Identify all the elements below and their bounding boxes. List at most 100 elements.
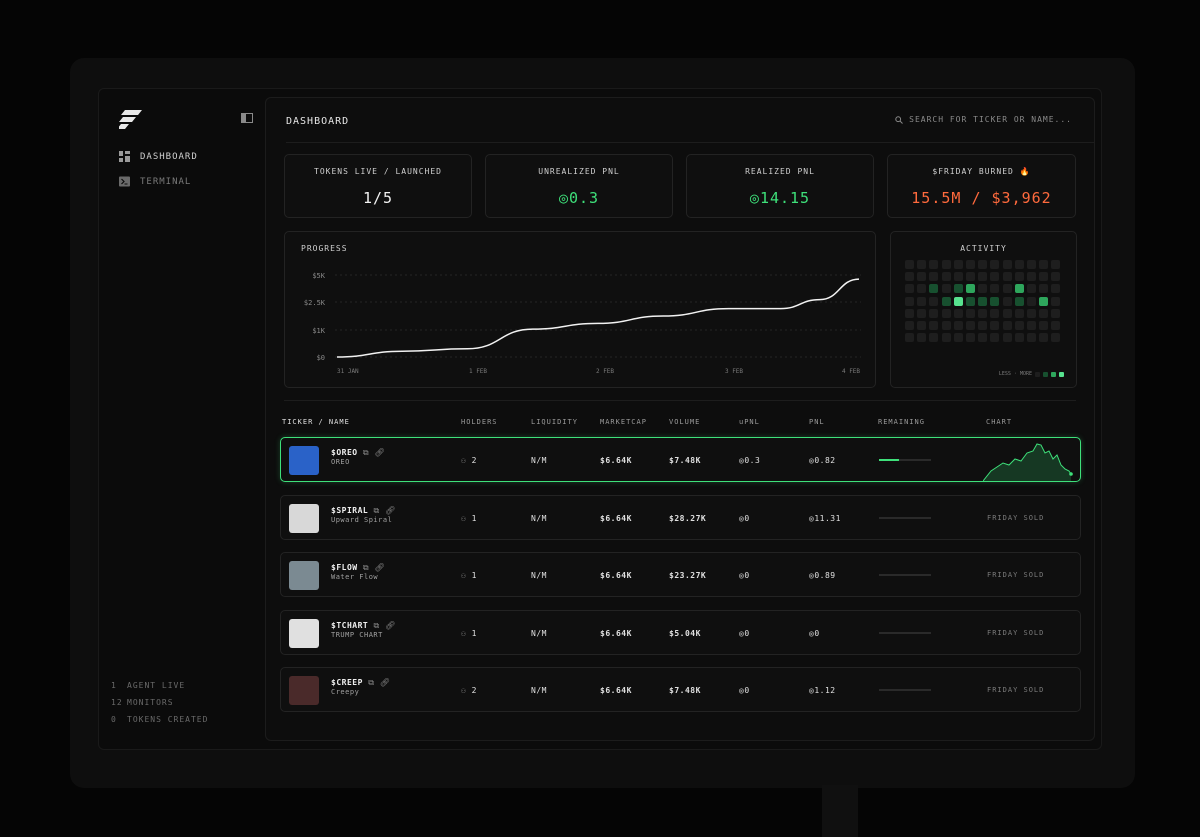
copy-icon[interactable]: ⧉: [363, 563, 369, 572]
ticker-cell: $CREEP ⧉ 🔗︎ Creepy: [331, 678, 390, 696]
activity-cell: [1039, 272, 1049, 282]
pnl-value: 1.12: [814, 686, 836, 695]
volume-value: $5.04K: [669, 628, 701, 638]
copy-icon[interactable]: ⧉: [368, 678, 374, 687]
status-label: FRIDAY SOLD: [987, 513, 1045, 522]
activity-cell: [990, 272, 1000, 282]
card-value: 14.15: [759, 189, 811, 207]
token-name: Creepy: [331, 688, 360, 696]
pnl-cell: ◎11.31: [809, 514, 841, 523]
activity-cell: [953, 284, 963, 294]
status-label: FRIDAY SOLD: [987, 686, 1045, 694]
ticker-cell: $FLOW ⧉ 🔗︎ Water Flow: [331, 563, 385, 581]
activity-cell: [917, 272, 927, 282]
activity-cell: [978, 320, 988, 330]
activity-cell: [990, 260, 1000, 269]
token-icon: ◎: [558, 189, 569, 207]
activity-cell: [917, 320, 927, 330]
link-icon[interactable]: 🔗︎: [374, 448, 385, 457]
legend-sep: ·: [1013, 371, 1017, 377]
table-row[interactable]: $TCHART ⧉ 🔗︎ TRUMP CHART ⚇ 1 N/M $6.64K $5.04…: [280, 609, 1081, 655]
upnl-value: 0.3: [744, 456, 761, 465]
activity-cell: [990, 320, 1000, 330]
pnl-value: 0.82: [814, 456, 836, 465]
card-label: TOKENS LIVE / LAUNCHED: [314, 167, 442, 176]
activity-cell: [1026, 260, 1036, 269]
search-input[interactable]: SEARCH FOR TICKER OR NAME...: [895, 115, 1072, 124]
mini-chart-point: [1069, 472, 1073, 476]
users-icon: ⚇: [461, 571, 467, 580]
activity-cell: [905, 320, 914, 330]
activity-cell: [1002, 308, 1012, 318]
link-icon[interactable]: 🔗︎: [385, 506, 396, 515]
nav-terminal-label: TERMINAL: [140, 176, 192, 187]
activity-cell: [1039, 320, 1049, 330]
activity-cell: [1051, 333, 1061, 343]
legend-less: LESS: [998, 371, 1011, 377]
card-value: 15.5M / $3,962: [911, 189, 1052, 207]
activity-cell: [990, 333, 1000, 343]
card-label: REALIZED PNL: [745, 167, 815, 176]
activity-cell: [1002, 284, 1012, 294]
activity-cell: [1002, 333, 1012, 343]
link-icon[interactable]: 🔗︎: [374, 563, 385, 572]
mini-price-chart: [983, 443, 1073, 481]
activity-cell: [1014, 308, 1024, 318]
card-realized-pnl: REALIZED PNL ◎14.15: [686, 154, 874, 218]
link-icon[interactable]: 🔗︎: [380, 678, 391, 687]
x-tick-label: 3 FEB: [725, 368, 743, 375]
terminal-icon: [119, 176, 130, 187]
activity-cell: [1026, 284, 1036, 294]
token-icon: ◎: [749, 189, 760, 207]
table-row[interactable]: $SPIRAL ⧉ 🔗︎ Upward Spiral ⚇ 1 N/M $6.64K $28…: [280, 494, 1081, 540]
col-chart: CHART: [986, 418, 1013, 426]
volume-value: $7.48K: [669, 686, 701, 695]
activity-cell: [929, 272, 939, 282]
sidebar-stats: 1 AGENT LIVE 12 MONITORS 0 TOKENS CREATED: [111, 677, 208, 728]
x-tick-label: 31 JAN: [337, 368, 359, 375]
copy-icon[interactable]: ⧉: [374, 621, 380, 630]
activity-cell: [917, 260, 927, 269]
pnl-value: 0.89: [814, 571, 836, 580]
activity-cell: [929, 333, 939, 343]
pnl-value: 11.31: [814, 513, 841, 523]
page-title: DASHBOARD: [286, 116, 350, 127]
users-icon: ⚇: [461, 456, 467, 465]
activity-cell: [953, 320, 963, 330]
col-upnl: uPNL: [739, 418, 760, 426]
sidebar: DASHBOARD TERMINAL 1 AGENT LIVE 12 MONITOR…: [99, 89, 259, 749]
token-name: Water Flow: [331, 573, 379, 581]
activity-cell: [905, 272, 914, 282]
upnl-cell: ◎0: [739, 629, 750, 638]
link-icon[interactable]: 🔗︎: [385, 621, 396, 630]
token-thumbnail: [289, 618, 319, 648]
search-placeholder: SEARCH FOR TICKER OR NAME...: [909, 115, 1072, 124]
marketcap-value: $6.64K: [600, 686, 632, 695]
upnl-value: 0: [744, 513, 750, 523]
x-tick-label: 1 FEB: [469, 368, 487, 375]
holders-cell: ⚇ 1: [461, 629, 477, 638]
sidebar-collapse-icon[interactable]: [241, 113, 253, 123]
table-row[interactable]: $FLOW ⧉ 🔗︎ Water Flow ⚇ 1 N/M $6.64K $23.27K ◎…: [280, 552, 1081, 597]
copy-icon[interactable]: ⧉: [363, 448, 369, 457]
holders-value: 1: [471, 628, 477, 638]
remaining-bar: [879, 689, 931, 691]
nav-dashboard[interactable]: DASHBOARD: [119, 151, 198, 162]
copy-icon[interactable]: ⧉: [374, 506, 380, 515]
activity-cell: [1002, 296, 1012, 306]
pnl-cell: ◎0.89: [809, 571, 836, 580]
col-pnl: PNL: [809, 418, 825, 426]
table-row[interactable]: $OREO ⧉ 🔗︎ OREO ⚇ 2 N/M $6.64K $7.48K ◎0.3 ◎0.8…: [280, 437, 1081, 482]
upnl-cell: ◎0: [739, 514, 750, 523]
users-icon: ⚇: [461, 686, 467, 695]
col-liquidity: LIQUIDITY: [531, 418, 578, 426]
activity-cell: [1039, 308, 1049, 318]
users-icon: ⚇: [461, 513, 467, 523]
status-label: FRIDAY SOLD: [987, 628, 1045, 637]
activity-cell: [1051, 272, 1061, 282]
x-tick-label: 4 FEB: [842, 368, 860, 375]
table-row[interactable]: $CREEP ⧉ 🔗︎ Creepy ⚇ 2 N/M $6.64K $7.48K ◎0 ◎1.…: [280, 667, 1081, 712]
holders-cell: ⚇ 2: [461, 456, 477, 465]
activity-cell: [990, 308, 1000, 318]
nav-terminal[interactable]: TERMINAL: [119, 176, 191, 187]
